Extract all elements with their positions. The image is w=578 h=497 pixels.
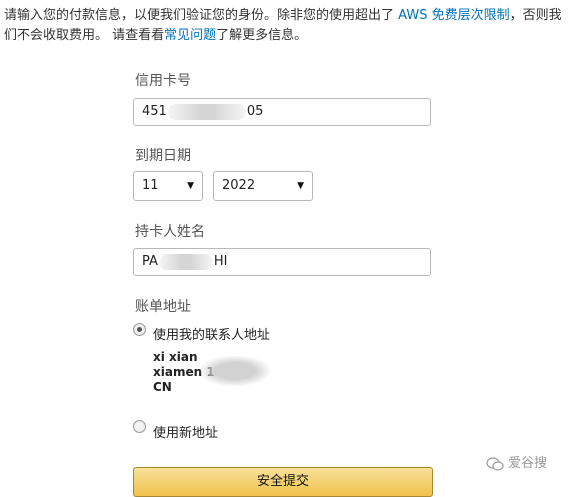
- card-number-prefix: 451: [142, 104, 167, 119]
- intro-text: 请输入您的付款信息，以便我们验证您的身份。除非您的使用超出了 AWS 免费层次限…: [4, 6, 574, 46]
- redaction-mask: [200, 356, 270, 386]
- cardholder-name-label: 持卡人姓名: [135, 224, 205, 240]
- faq-link[interactable]: 常见问题: [164, 28, 216, 43]
- contact-address-radio-label[interactable]: 使用我的联系人地址: [153, 324, 270, 343]
- expiry-month-select[interactable]: 11 ▼: [133, 171, 203, 201]
- expiry-year-select[interactable]: 2022 ▼: [213, 171, 313, 201]
- secure-submit-button[interactable]: 安全提交: [133, 467, 433, 497]
- cardholder-name-input[interactable]: PA HI: [133, 248, 431, 276]
- card-number-suffix: 05: [246, 104, 264, 119]
- card-number-input[interactable]: 451 05: [133, 98, 431, 126]
- expiry-month-value: 11: [142, 178, 159, 193]
- card-number-label: 信用卡号: [135, 73, 191, 89]
- expiry-year-value: 2022: [222, 178, 256, 193]
- intro-text-part-1: 请输入您的付款信息，以便我们验证您的身份。除非您的使用超出了: [4, 8, 395, 23]
- free-tier-link[interactable]: AWS 免费层次限制: [398, 8, 509, 23]
- watermark: 爱谷搜: [486, 452, 547, 471]
- expiry-label: 到期日期: [135, 148, 191, 164]
- contact-address-radio[interactable]: [133, 323, 146, 336]
- chevron-down-icon: ▼: [187, 181, 194, 191]
- watermark-text: 爱谷搜: [508, 456, 548, 471]
- cardholder-name-suffix: HI: [213, 254, 228, 269]
- cardholder-name-prefix: PA: [142, 254, 158, 269]
- new-address-radio-label[interactable]: 使用新地址: [153, 422, 218, 441]
- wechat-icon: [486, 456, 504, 471]
- intro-text-part-3: 了解更多信息。: [216, 28, 308, 43]
- redaction-mask: [167, 103, 246, 120]
- chevron-down-icon: ▼: [297, 181, 304, 191]
- new-address-radio[interactable]: [133, 420, 146, 433]
- billing-address-label: 账单地址: [135, 299, 191, 315]
- redaction-mask: [158, 253, 213, 270]
